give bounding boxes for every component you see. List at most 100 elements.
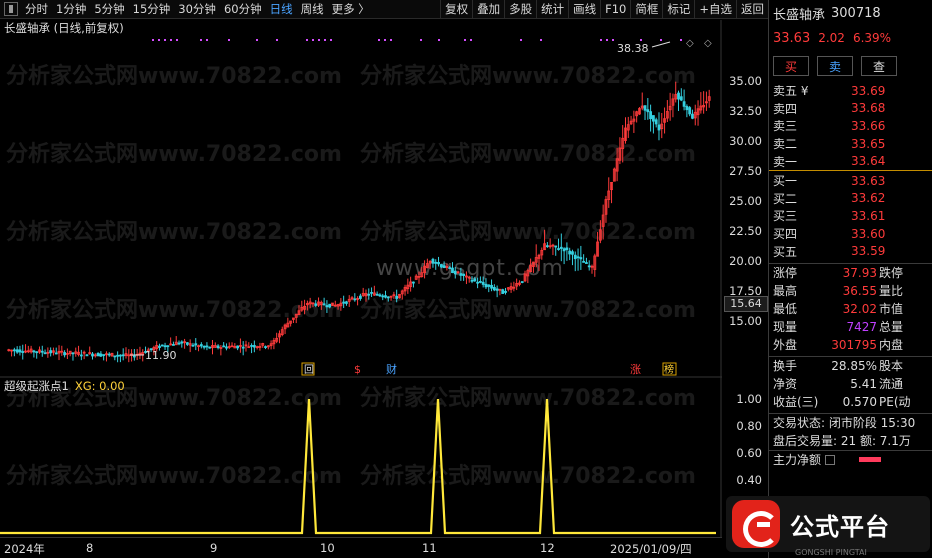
query-button[interactable]: 查 — [861, 56, 897, 76]
bid-book: 买一 33.63 买二 33.62 买三 33.61 买四 33.60 买五 33.59 — [769, 172, 932, 260]
signal-dot — [420, 39, 422, 41]
signal-dot — [318, 39, 320, 41]
indicator-label[interactable]: 超级起涨点1 XG: 0.00 — [4, 378, 125, 394]
candle-body — [576, 256, 580, 259]
marker-finance[interactable]: 财 — [386, 362, 397, 376]
bid-row[interactable]: 买五 33.59 — [769, 242, 932, 260]
signal-dot — [228, 39, 230, 41]
tab-1min[interactable]: 1分钟 — [52, 0, 90, 18]
mark-button[interactable]: 标记 — [662, 0, 694, 18]
ask-row[interactable]: 卖一 33.64 — [769, 152, 932, 170]
draw-line-button[interactable]: 画线 — [568, 0, 600, 18]
last-price: 33.63 — [773, 30, 811, 46]
simple-frame-button[interactable]: 简框 — [630, 0, 662, 18]
candle-body — [459, 273, 463, 276]
candle-body — [12, 349, 16, 352]
bid-row[interactable]: 买一 33.63 — [769, 172, 932, 190]
candle-body — [342, 301, 346, 304]
candle-body — [370, 291, 373, 294]
candle-body — [205, 345, 209, 348]
candle-body — [484, 283, 488, 288]
candle-body — [587, 265, 591, 268]
multi-stock-button[interactable]: 多股 — [504, 0, 536, 18]
tab-60min[interactable]: 60分钟 — [220, 0, 266, 18]
candle-body — [504, 290, 507, 293]
price-change: 2.02 — [818, 31, 845, 45]
pin-icon[interactable] — [4, 2, 18, 16]
marker-dollar[interactable]: $ — [354, 363, 361, 376]
candle-body — [322, 303, 326, 306]
candle-body — [431, 258, 435, 264]
candle-body — [412, 281, 415, 284]
stock-name: 长盛轴承 — [773, 7, 826, 23]
signal-dot — [276, 39, 278, 41]
tab-daily[interactable]: 日线 — [266, 0, 297, 18]
tab-more[interactable]: 更多 〉 — [328, 0, 374, 18]
add-watchlist-button[interactable]: +自选 — [694, 0, 736, 18]
ask-row[interactable]: 卖四 33.68 — [769, 100, 932, 118]
statistics-button[interactable]: 统计 — [536, 0, 568, 18]
candle-body — [378, 294, 382, 297]
candle-body — [166, 345, 170, 348]
tab-15min[interactable]: 15分钟 — [129, 0, 175, 18]
chart-toolbar: 分时 1分钟 5分钟 15分钟 30分钟 60分钟 日线 周线 更多 〉 复权 … — [0, 0, 768, 19]
candle-body — [121, 354, 125, 357]
tab-5min[interactable]: 5分钟 — [90, 0, 128, 18]
back-button[interactable]: 返回 — [736, 0, 768, 18]
candle-body — [565, 247, 569, 250]
date-tick: 9 — [210, 541, 218, 555]
signal-dot — [606, 39, 608, 41]
candle-body — [679, 96, 683, 101]
sell-button[interactable]: 卖 — [817, 56, 853, 76]
overlay-button[interactable]: 叠加 — [472, 0, 504, 18]
candle-body — [478, 281, 482, 283]
candle-body — [568, 250, 572, 255]
candle-body — [579, 257, 583, 260]
signal-dot — [470, 39, 472, 41]
app-window: 分时 1分钟 5分钟 15分钟 30分钟 60分钟 日线 周线 更多 〉 复权 … — [0, 0, 932, 558]
candle-body — [241, 346, 245, 349]
low-label: 11.90 — [145, 349, 177, 362]
tab-weekly[interactable]: 周线 — [297, 0, 328, 18]
signal-dot — [164, 39, 166, 41]
list-icon[interactable] — [825, 454, 836, 465]
quote-panel: 长盛轴承 300718 33.63 2.02 6.39% 买 卖 查 卖五 ¥33… — [768, 0, 932, 558]
candle-body — [314, 303, 318, 306]
adjust-button[interactable]: 复权 — [440, 0, 472, 18]
marker-list[interactable]: 榜 — [664, 363, 674, 376]
marker-rise[interactable]: 涨 — [630, 363, 641, 376]
candle-body — [208, 346, 212, 349]
ask-row[interactable]: 卖三 33.66 — [769, 117, 932, 135]
date-tick: 10 — [320, 541, 335, 555]
stat-row: 涨停 37.93 跌停 — [773, 265, 904, 281]
ask-row[interactable]: 卖五 ¥33.69 — [769, 82, 932, 100]
marker-hui[interactable]: 回 — [304, 364, 314, 376]
candle-body — [252, 345, 256, 348]
f10-button[interactable]: F10 — [600, 0, 630, 18]
candlestick-chart[interactable]: 11.90 38.38 ◇ ◇ 回 $ 财 涨 榜 — [0, 20, 722, 537]
candle-body — [453, 270, 457, 275]
candle-body — [158, 345, 161, 348]
main-flow-row[interactable]: 主力净额 — [769, 451, 932, 469]
tab-30min[interactable]: 30分钟 — [174, 0, 220, 18]
indicator-value: XG: 0.00 — [74, 379, 125, 393]
candle-body — [107, 353, 111, 356]
bid-row[interactable]: 买三 33.61 — [769, 207, 932, 225]
bid-row[interactable]: 买二 33.62 — [769, 190, 932, 208]
candle-body — [481, 281, 485, 285]
price-tick: 22.50 — [729, 224, 762, 238]
signal-dot — [612, 39, 614, 41]
ask-row[interactable]: 卖二 33.65 — [769, 135, 932, 153]
stock-code: 300718 — [831, 5, 881, 21]
tab-intraday[interactable]: 分时 — [21, 0, 52, 18]
bid-row[interactable]: 买四 33.60 — [769, 225, 932, 243]
signal-dot — [170, 39, 172, 41]
signal-dot — [152, 39, 154, 41]
candle-body — [132, 355, 136, 358]
high-pointer — [651, 41, 671, 48]
candle-body — [367, 293, 371, 296]
candle-body — [49, 350, 53, 354]
candle-body — [688, 107, 692, 115]
buy-button[interactable]: 买 — [773, 56, 809, 76]
signal-dot — [330, 39, 332, 41]
